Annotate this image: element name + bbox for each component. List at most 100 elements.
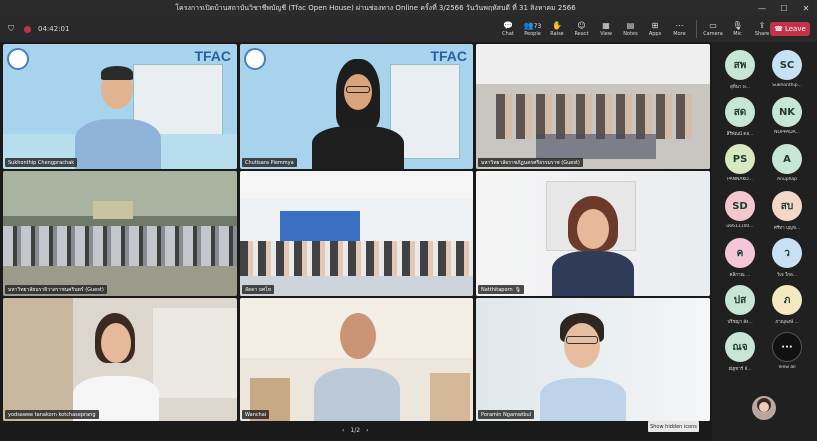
- toolbar-label: React: [574, 31, 589, 37]
- participant-name: Chutisara Piemmya: [242, 158, 297, 167]
- participant-name: ลัดดา ยศโห: [242, 285, 275, 294]
- attendee-name: ณัฐชาร์ จั...: [728, 367, 752, 372]
- toolbar-label: People: [524, 31, 541, 37]
- minimize-icon[interactable]: —: [751, 0, 773, 16]
- maximize-icon[interactable]: ☐: [773, 0, 795, 16]
- page-indicator: 1/2: [350, 426, 361, 434]
- leave-button[interactable]: ☎ Leave: [770, 22, 810, 36]
- attendee-name: Sukhonthip...: [772, 83, 802, 88]
- attendee-name: คลิกาณ ...: [729, 273, 751, 278]
- people-count: 73: [533, 23, 542, 30]
- attendee-name: วีเจ ใกล...: [776, 273, 798, 278]
- toolbar-label: More: [673, 31, 686, 37]
- video-tile[interactable]: ลัดดา ยศโห: [240, 171, 473, 296]
- participant-name: มหาวิทยาลัยราชภัฏนครศรีธรรมราช (Guest): [478, 158, 583, 167]
- attendee-avatar[interactable]: ภ: [772, 285, 802, 315]
- participant-name: yodsawee tanakorn kotchaseprang: [5, 410, 99, 419]
- participant-name: Natthitaporn 🎙: [478, 285, 525, 294]
- attendee-avatar[interactable]: ปส: [725, 285, 755, 315]
- attendee-name: View all: [778, 365, 796, 370]
- participant-name: Poramin Ngamwibul: [478, 410, 535, 419]
- leave-label: Leave: [784, 25, 806, 33]
- attendee-avatar[interactable]: A: [772, 144, 802, 174]
- video-stage: TFAC Sukhonthip Chengprachak TFAC Chutis…: [0, 42, 712, 441]
- participant-name: มหาวิทยาลัยนราธิวาสราชนครินทร์ (Guest): [5, 285, 107, 294]
- toolbar-label: Apps: [648, 31, 662, 37]
- react-button[interactable]: ☺ React: [570, 21, 594, 37]
- people-button[interactable]: 👥73 People: [521, 21, 545, 37]
- attendee-panel: สพสุทินา พ... SC Sukhonthip... สดสิริพัณน์ …: [712, 42, 817, 441]
- chat-button[interactable]: 💬 Chat: [496, 21, 520, 37]
- attendee-avatar[interactable]: SC: [772, 50, 802, 80]
- attendee-name: สิริพัณน์ ดอ...: [726, 132, 754, 137]
- mic-icon: 🎙: [732, 21, 743, 30]
- mic-button[interactable]: 🎙 Mic: [726, 21, 750, 37]
- chat-icon: 💬: [503, 21, 513, 30]
- raise-button[interactable]: ✋ Raise: [545, 21, 569, 37]
- toolbar-label: Mic: [733, 31, 742, 37]
- video-tile[interactable]: Poramin Ngamwibul: [476, 298, 710, 421]
- video-tile[interactable]: yodsawee tanakorn kotchaseprang: [3, 298, 237, 421]
- chevron-left-icon[interactable]: ‹: [342, 427, 344, 434]
- toolbar-label: Notes: [623, 31, 638, 37]
- tfac-brand: TFAC: [194, 48, 231, 64]
- attendee-name: u6611100...: [726, 224, 754, 229]
- phone-icon: ☎: [774, 25, 783, 33]
- video-tile[interactable]: Wanchai: [240, 298, 473, 421]
- participant-name: Wanchai: [242, 410, 270, 419]
- view-icon: ▦: [602, 21, 610, 30]
- notes-button[interactable]: ▤ Notes: [619, 21, 643, 37]
- camera-button[interactable]: ▭ Camera: [701, 21, 725, 37]
- attendee-name: สุทินา พ...: [729, 85, 750, 90]
- chevron-right-icon[interactable]: ›: [366, 427, 368, 434]
- toolbar-label: Chat: [502, 31, 514, 37]
- raise-hand-icon: ✋: [552, 21, 562, 30]
- more-icon: ⋯: [675, 21, 684, 30]
- toolbar-separator: [696, 20, 697, 38]
- view-all-button[interactable]: ···: [772, 332, 802, 362]
- video-tile[interactable]: Natthitaporn 🎙: [476, 171, 710, 296]
- gallery-pager: ‹ 1/2 ›: [342, 423, 368, 437]
- attendee-name: ศรีทา บุญข...: [773, 226, 801, 231]
- shield-icon[interactable]: ⛉: [6, 24, 16, 34]
- close-icon[interactable]: ✕: [795, 0, 817, 16]
- video-tile[interactable]: TFAC Chutisara Piemmya: [240, 44, 473, 169]
- attendee-avatar[interactable]: สด: [725, 97, 755, 127]
- window-titlebar: โครงการเปิดบ้านสถาบันวิชาชีพบัญชี (Tfac …: [0, 0, 817, 16]
- view-button[interactable]: ▦ View: [594, 21, 618, 37]
- attendee-name: NOPPADA...: [774, 130, 800, 135]
- self-view-avatar[interactable]: [752, 396, 776, 420]
- attendee-name: ภาณุพงษ์ ...: [775, 320, 799, 325]
- apps-button[interactable]: ⊞ Apps: [643, 21, 667, 37]
- tfac-logo: [7, 48, 29, 70]
- apps-icon: ⊞: [651, 21, 659, 30]
- attendee-avatar[interactable]: ค: [725, 238, 755, 268]
- attendee-avatar[interactable]: PS: [725, 144, 755, 174]
- attendee-avatar[interactable]: สบ: [772, 191, 802, 221]
- window-title: โครงการเปิดบ้านสถาบันวิชาชีพบัญชี (Tfac …: [175, 3, 576, 12]
- mic-muted-icon: 🎙: [514, 286, 522, 293]
- people-icon: 👥73: [523, 21, 542, 30]
- attendee-avatar[interactable]: ว: [772, 238, 802, 268]
- show-hidden-icons-tooltip: Show hidden icons: [648, 421, 699, 432]
- toolbar-label: View: [600, 31, 612, 37]
- toolbar-label: Camera: [703, 31, 723, 37]
- attendee-avatar[interactable]: สพ: [725, 50, 755, 80]
- participant-name: Sukhonthip Chengprachak: [5, 158, 78, 167]
- more-button[interactable]: ⋯ More: [668, 21, 692, 37]
- video-tile[interactable]: มหาวิทยาลัยราชภัฏนครศรีธรรมราช (Guest): [476, 44, 710, 169]
- attendee-avatar[interactable]: NK: [772, 97, 802, 127]
- tfac-logo: [244, 48, 266, 70]
- tfac-brand: TFAC: [430, 48, 467, 64]
- meeting-timer: 04:42:01: [38, 25, 70, 33]
- attendee-avatar[interactable]: ณจ: [725, 332, 755, 362]
- attendee-avatar[interactable]: SD: [725, 191, 755, 221]
- video-tile[interactable]: มหาวิทยาลัยนราธิวาสราชนครินทร์ (Guest): [3, 171, 237, 296]
- meeting-toolbar: ⛉ 04:42:01 💬 Chat 👥73 People ✋ Raise ☺ React ▦ Vi…: [0, 16, 817, 42]
- attendee-name: Anuphap: [776, 177, 798, 182]
- video-tile[interactable]: TFAC Sukhonthip Chengprachak: [3, 44, 237, 169]
- camera-icon: ▭: [709, 21, 717, 30]
- react-icon: ☺: [577, 21, 586, 30]
- attendee-name: PANNAKO...: [727, 177, 753, 182]
- recording-icon: [22, 24, 32, 34]
